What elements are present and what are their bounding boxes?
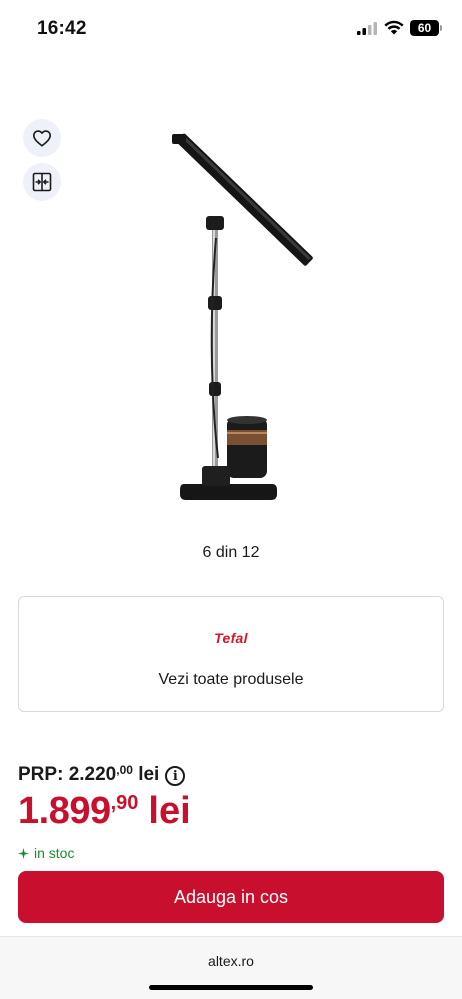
prp-label: PRP: — [18, 764, 64, 785]
status-bar: 16:42 60 — [0, 0, 462, 60]
add-to-cart-button[interactable]: Adauga in cos — [18, 871, 444, 923]
price-currency: lei — [148, 790, 191, 832]
home-indicator — [149, 985, 313, 990]
prp-decimals: ,00 — [116, 763, 133, 777]
compare-button[interactable] — [23, 163, 61, 201]
battery-nub — [440, 25, 442, 31]
wifi-icon — [384, 20, 404, 35]
signal-icon — [357, 22, 377, 35]
browser-url-bar[interactable]: altex.ro — [0, 936, 462, 999]
prp-currency: lei — [138, 764, 160, 785]
info-icon[interactable]: i — [165, 766, 186, 786]
battery-icon: 60 — [410, 20, 439, 36]
prp-value: 2.220 — [68, 764, 117, 785]
favorite-button[interactable] — [23, 119, 61, 157]
current-price: 1.899 ,90 lei — [18, 790, 191, 833]
status-time: 16:42 — [37, 18, 87, 39]
heart-icon — [32, 130, 51, 147]
brand-card[interactable]: Tefal Vezi toate produsele — [18, 596, 444, 712]
stock-label: in stoc — [34, 845, 75, 861]
see-all-products-link[interactable]: Vezi toate produsele — [19, 671, 443, 689]
brand-logo: Tefal — [214, 630, 248, 646]
prp-price: PRP: 2.220,00 lei i — [18, 763, 186, 788]
product-image[interactable] — [140, 128, 330, 508]
url-text[interactable]: altex.ro — [0, 953, 462, 969]
compare-icon — [32, 172, 52, 192]
image-counter: 6 din 12 — [202, 544, 260, 561]
price-value: 1.899 — [18, 790, 111, 832]
price-decimals: ,90 — [110, 792, 139, 814]
stock-status: in stoc — [18, 845, 74, 861]
sparkle-icon — [18, 847, 29, 859]
